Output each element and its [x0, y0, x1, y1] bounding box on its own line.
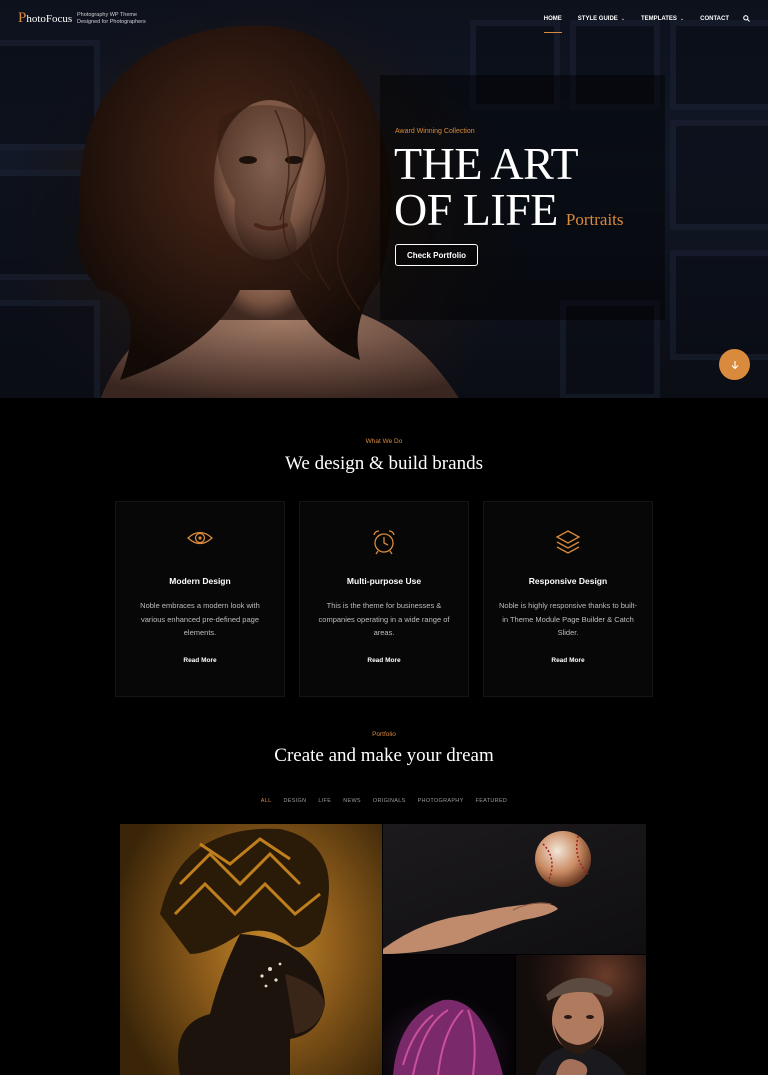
- hero-subtitle: Portraits: [565, 210, 624, 229]
- service-card-icon-wrap: [300, 528, 468, 556]
- service-card-multi-purpose: Multi-purpose Use This is the theme for …: [299, 501, 469, 697]
- hero-title: THE ART OF LIFE Portraits: [394, 141, 714, 243]
- portfolio-title: Create and make your dream: [274, 745, 494, 766]
- man-cap-image: [536, 977, 626, 1075]
- site-logo[interactable]: PhotoFocus: [18, 10, 72, 27]
- service-card-icon-wrap: [484, 528, 652, 556]
- read-more-link[interactable]: Read More: [116, 657, 284, 664]
- eye-icon: [187, 531, 213, 545]
- main-nav: HOME STYLE GUIDE ⌄ TEMPLATES ⌄ CONTACT: [528, 15, 750, 33]
- headwrap-portrait-image: [160, 828, 329, 1075]
- filter-design[interactable]: DESIGN: [283, 798, 306, 804]
- service-card-responsive-design: Responsive Design Noble is highly respon…: [483, 501, 653, 697]
- search-icon[interactable]: [743, 15, 750, 22]
- scroll-down-button[interactable]: [719, 349, 750, 380]
- chevron-down-icon: ⌄: [620, 15, 626, 22]
- service-card-modern-design: Modern Design Noble embraces a modern lo…: [115, 501, 285, 697]
- baseball-hand-image: [383, 831, 591, 954]
- layers-icon: [555, 530, 581, 554]
- site-tagline: Photography WP Theme Designed for Photog…: [77, 12, 157, 26]
- read-more-link[interactable]: Read More: [300, 657, 468, 664]
- portfolio-item-man-cap[interactable]: [516, 955, 646, 1075]
- purple-hair-image: [393, 999, 503, 1075]
- service-card-desc: This is the theme for businesses & compa…: [318, 601, 450, 637]
- hero-title-line2: OF LIFE: [394, 184, 558, 235]
- hero-eyebrow: Award Winning Collection: [395, 128, 475, 135]
- filter-life[interactable]: LIFE: [318, 798, 331, 804]
- nav-item-style-guide[interactable]: STYLE GUIDE ⌄: [578, 16, 625, 22]
- portfolio-item-purple-hair[interactable]: [383, 955, 515, 1075]
- filter-photography[interactable]: PHOTOGRAPHY: [418, 798, 464, 804]
- read-more-link[interactable]: Read More: [484, 657, 652, 664]
- services-eyebrow: What We Do: [365, 438, 403, 445]
- nav-item-label: HOME: [543, 15, 562, 22]
- tagline-line1: Photography WP Theme: [77, 12, 138, 18]
- service-card-desc: Noble is highly responsive thanks to bui…: [499, 601, 637, 637]
- chevron-down-icon: ⌄: [679, 15, 685, 22]
- portfolio-filters: ALL DESIGN LIFE NEWS ORIGINALS PHOTOGRAP…: [0, 798, 768, 804]
- service-card-desc: Noble embraces a modern look with variou…: [140, 601, 260, 637]
- nav-item-contact[interactable]: CONTACT: [700, 16, 729, 22]
- filter-originals[interactable]: ORIGINALS: [373, 798, 406, 804]
- services-title: We design & build brands: [285, 453, 483, 474]
- hero-title-line1: THE ART: [394, 138, 579, 189]
- nav-item-home[interactable]: HOME: [543, 15, 562, 33]
- site-header: PhotoFocus Photography WP Theme Designed…: [0, 0, 768, 40]
- nav-item-templates[interactable]: TEMPLATES ⌄: [641, 16, 684, 22]
- portfolio-item-headwrap-portrait[interactable]: [120, 824, 382, 1075]
- tagline-line2: Designed for Photographers: [77, 19, 146, 25]
- check-portfolio-button[interactable]: Check Portfolio: [395, 244, 478, 266]
- portfolio-item-baseball-hand[interactable]: [383, 824, 646, 954]
- filter-all[interactable]: ALL: [261, 798, 272, 804]
- service-card-title: Modern Design: [169, 576, 231, 586]
- hero-title-line2-wrap: OF LIFE Portraits: [394, 187, 714, 243]
- nav-item-label: STYLE GUIDE: [577, 15, 618, 22]
- filter-featured[interactable]: FEATURED: [476, 798, 508, 804]
- filter-news[interactable]: NEWS: [343, 798, 361, 804]
- nav-item-label: TEMPLATES: [641, 15, 677, 22]
- alarm-clock-icon: [373, 530, 395, 555]
- portfolio-eyebrow: Portfolio: [372, 731, 396, 738]
- logo-text: hotoFocus: [26, 13, 73, 25]
- service-card-icon-wrap: [116, 528, 284, 548]
- service-card-title: Responsive Design: [528, 576, 608, 586]
- nav-item-label: CONTACT: [700, 15, 729, 22]
- hero-section: Award Winning Collection THE ART OF LIFE…: [0, 0, 768, 398]
- service-card-title: Multi-purpose Use: [346, 576, 422, 586]
- arrow-down-icon: [731, 360, 738, 369]
